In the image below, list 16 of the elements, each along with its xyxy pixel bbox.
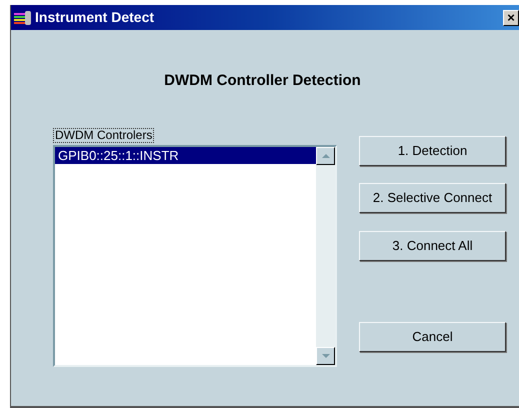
dialog-button[interactable]: 1. Detection	[359, 136, 506, 166]
down-arrow-icon	[322, 354, 330, 358]
window-title: Instrument Detect	[35, 8, 154, 27]
scroll-down-button[interactable]	[316, 346, 335, 364]
scrollbar[interactable]	[316, 146, 335, 364]
dialog-button[interactable]: 3. Connect All	[359, 230, 506, 260]
dialog-button[interactable]: Cancel	[359, 322, 506, 352]
up-arrow-icon	[322, 154, 330, 158]
dialog-heading: DWDM Controller Detection	[163, 71, 362, 91]
list-item[interactable]: GPIB0::25::1::INSTR	[55, 146, 316, 164]
scroll-up-button[interactable]	[316, 146, 335, 164]
close-button[interactable]: ×	[503, 10, 519, 26]
controller-list[interactable]: GPIB0::25::1::INSTR	[53, 144, 337, 366]
dialog-button[interactable]: 2. Selective Connect	[359, 182, 506, 212]
app-icon	[14, 10, 32, 24]
list-label: DWDM Controlers	[53, 128, 154, 142]
